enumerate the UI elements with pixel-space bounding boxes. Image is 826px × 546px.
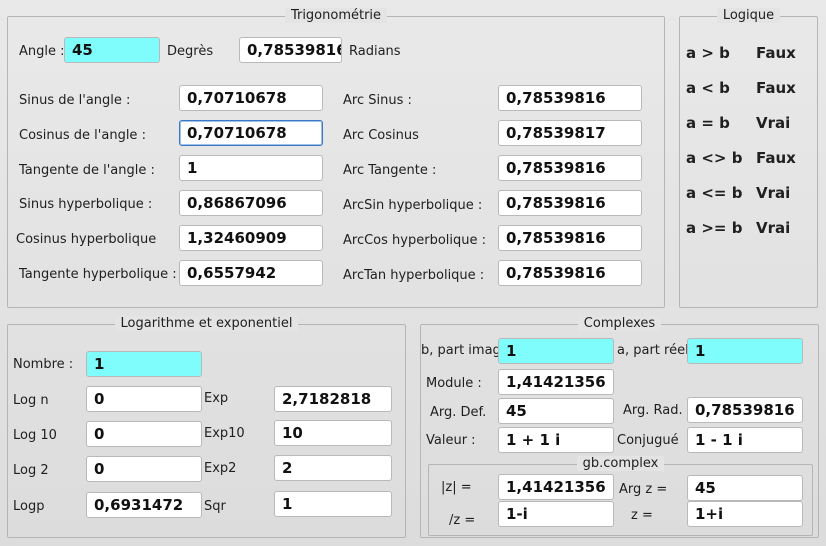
imag-part-input[interactable]: 1 [498,338,614,364]
arccos-hyperbolique-label: ArcCos hyperbolique : [343,233,486,248]
radians-field[interactable]: 0,78539816 [239,37,342,63]
sqr-field[interactable]: 1 [274,491,392,517]
sinus-hyperbolique-field[interactable]: 0,86867096 [179,190,323,216]
logic-result-eq: Vrai [756,114,791,132]
exp10-field[interactable]: 10 [274,420,392,446]
cosinus-hyperbolique-field[interactable]: 1,32460909 [179,225,323,251]
abs-z-label: |z| = [441,480,472,495]
radians-label: Radians [349,44,401,59]
logp-field[interactable]: 0,6931472 [86,492,202,518]
real-part-input[interactable]: 1 [687,338,803,364]
sqr-label: Sqr [204,499,226,514]
arg-def-label: Arg. Def. [430,405,487,420]
inv-z-field[interactable]: 1-i [498,501,614,527]
angle-input[interactable]: 45 [64,37,160,63]
log-n-field[interactable]: 0 [86,386,202,412]
logic-expr-gt: a > b [686,44,730,62]
inv-z-label: /z = [449,513,476,528]
logic-expr-ne: a <> b [686,149,743,167]
arc-sinus-label: Arc Sinus : [343,93,412,108]
trig-group-title: Trigonométrie [284,8,388,23]
exp-label: Exp [204,391,229,406]
logic-expr-le: a <= b [686,184,743,202]
arccos-hyperbolique-field[interactable]: 0,78539816 [498,225,642,251]
arctan-hyperbolique-field[interactable]: 0,78539816 [498,260,642,286]
z-field[interactable]: 1+i [687,501,803,527]
cosinus-hyperbolique-label: Cosinus hyperbolique [16,232,157,247]
imag-part-label: b, part imag. [421,343,505,358]
logic-result-le: Vrai [756,184,791,202]
logic-group-title: Logique [716,8,781,23]
cosinus-field[interactable]: 0,70710678 [179,120,323,146]
log-n-label: Log n [13,393,49,408]
sinus-label: Sinus de l'angle : [19,93,131,108]
valeur-field[interactable]: 1 + 1 i [498,427,614,453]
logic-result-ne: Faux [756,149,796,167]
module-field[interactable]: 1,41421356 [498,369,614,395]
arcsin-hyperbolique-label: ArcSin hyperbolique : [343,198,483,213]
arc-sinus-field[interactable]: 0,78539816 [498,85,642,111]
sinus-field[interactable]: 0,70710678 [179,85,323,111]
arg-z-label: Arg z = [619,482,668,497]
arg-z-field[interactable]: 45 [687,475,803,501]
degrees-label: Degrès [167,44,214,59]
abs-z-field[interactable]: 1,41421356 [498,474,614,500]
logic-expr-eq: a = b [686,114,730,132]
exp10-label: Exp10 [204,426,245,441]
logp-label: Logp [13,499,45,514]
logic-result-ge: Vrai [756,219,791,237]
conjugue-field[interactable]: 1 - 1 i [687,427,803,453]
nombre-label: Nombre : [13,357,74,372]
log-10-label: Log 10 [13,428,57,443]
logic-expr-lt: a < b [686,79,730,97]
sinus-hyperbolique-label: Sinus hyperbolique : [19,197,153,212]
arcsin-hyperbolique-field[interactable]: 0,78539816 [498,190,642,216]
arg-rad-field[interactable]: 0,78539816 [687,397,803,423]
gbcomplex-group-title: gb.complex [576,456,665,471]
real-part-label: a, part réel. [617,343,693,358]
arctan-hyperbolique-label: ArcTan hyperbolique : [343,268,485,283]
angle-label: Angle : [19,44,65,59]
log-10-field[interactable]: 0 [86,421,202,447]
conjugue-label: Conjugué [617,433,679,448]
tangente-field[interactable]: 1 [179,155,323,181]
logic-expr-ge: a >= b [686,219,743,237]
tangente-hyperbolique-field[interactable]: 0,6557942 [179,260,323,286]
arc-cosinus-field[interactable]: 0,78539817 [498,120,642,146]
tangente-label: Tangente de l'angle : [19,163,155,178]
complex-group-title: Complexes [577,316,662,331]
arg-rad-label: Arg. Rad. [623,403,683,418]
exp2-field[interactable]: 2 [274,455,392,481]
z-label: z = [631,508,653,523]
exp2-label: Exp2 [204,461,237,476]
log-2-field[interactable]: 0 [86,456,202,482]
logic-result-lt: Faux [756,79,796,97]
arg-def-field[interactable]: 45 [498,398,614,424]
valeur-label: Valeur : [426,433,476,448]
exp-field[interactable]: 2,7182818 [274,386,392,412]
cosinus-label: Cosinus de l'angle : [19,128,146,143]
logic-result-gt: Faux [756,44,796,62]
tangente-hyperbolique-label: Tangente hyperbolique : [19,267,177,282]
arc-tangente-field[interactable]: 0,78539816 [498,155,642,181]
arc-cosinus-label: Arc Cosinus [343,128,419,143]
module-label: Module : [426,376,482,391]
logexp-group-title: Logarithme et exponentiel [114,316,299,331]
log-2-label: Log 2 [13,463,49,478]
arc-tangente-label: Arc Tangente : [343,163,437,178]
nombre-input[interactable]: 1 [86,351,202,377]
